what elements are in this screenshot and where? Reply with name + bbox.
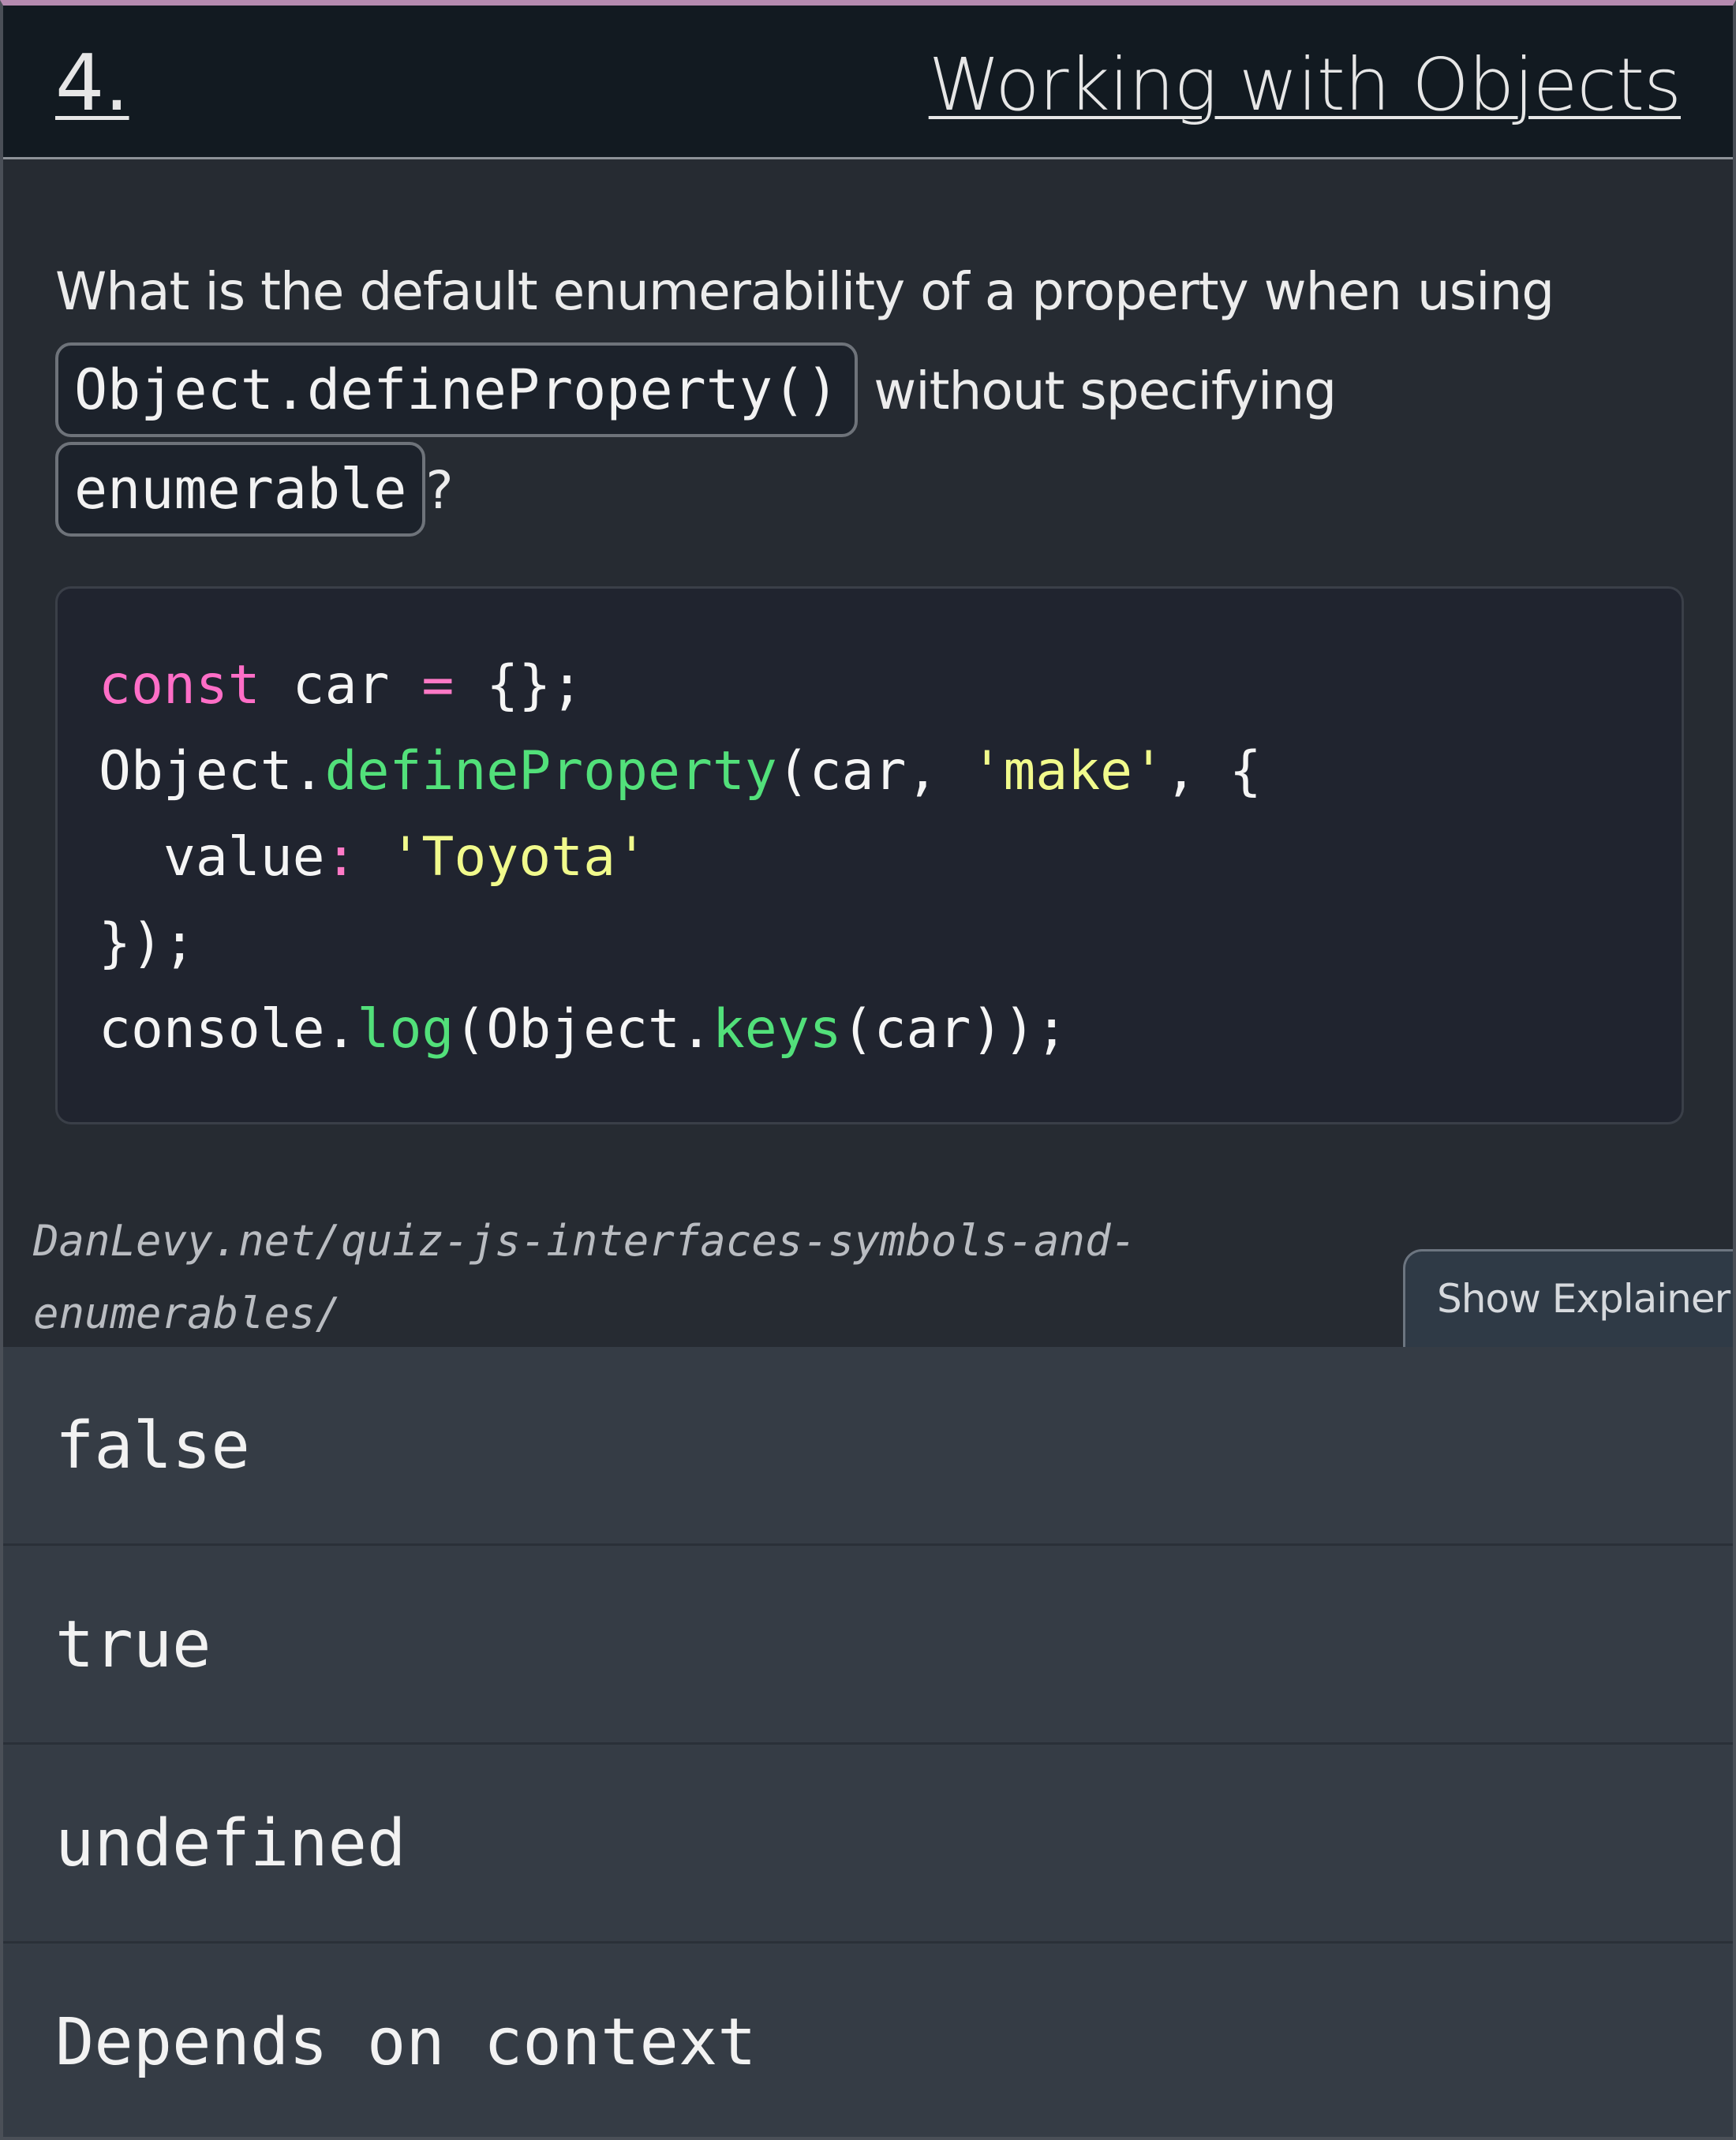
quiz-card: 4. Working with Objects What is the defa…	[0, 0, 1736, 2140]
question-header: 4. Working with Objects	[3, 6, 1733, 159]
source-url-link[interactable]: DanLevy.net/quiz-js-interfaces-symbols-a…	[33, 1205, 1154, 1350]
question-title-link[interactable]: Working with Objects	[929, 42, 1682, 129]
code-line: });	[99, 912, 196, 975]
code-line: value: 'Toyota'	[99, 826, 648, 889]
answer-list: false true undefined Depends on context	[3, 1347, 1733, 2137]
answer-option[interactable]: Depends on context	[3, 1944, 1733, 2137]
question-text-before: What is the default enumerability of a p…	[55, 261, 1555, 322]
question-number: 4.	[55, 39, 129, 129]
question-text-middle: without specifying	[874, 361, 1337, 421]
inline-code-enumerable: enumerable	[55, 442, 426, 537]
code-line: const car = {};	[99, 654, 584, 716]
show-explainer-button[interactable]: Show Explainer	[1403, 1249, 1733, 1349]
inline-code-define-property: Object.defineProperty()	[55, 342, 859, 437]
answer-option[interactable]: true	[3, 1546, 1733, 1745]
answer-option[interactable]: undefined	[3, 1745, 1733, 1944]
answer-option[interactable]: false	[3, 1347, 1733, 1546]
code-snippet: const car = {}; Object.defineProperty(ca…	[55, 586, 1684, 1124]
question-text-after: ?	[425, 460, 453, 521]
code-line: Object.defineProperty(car, 'make', {	[99, 740, 1262, 802]
question-text: What is the default enumerability of a p…	[55, 242, 1633, 541]
code-line: console.log(Object.keys(car));	[99, 998, 1068, 1061]
